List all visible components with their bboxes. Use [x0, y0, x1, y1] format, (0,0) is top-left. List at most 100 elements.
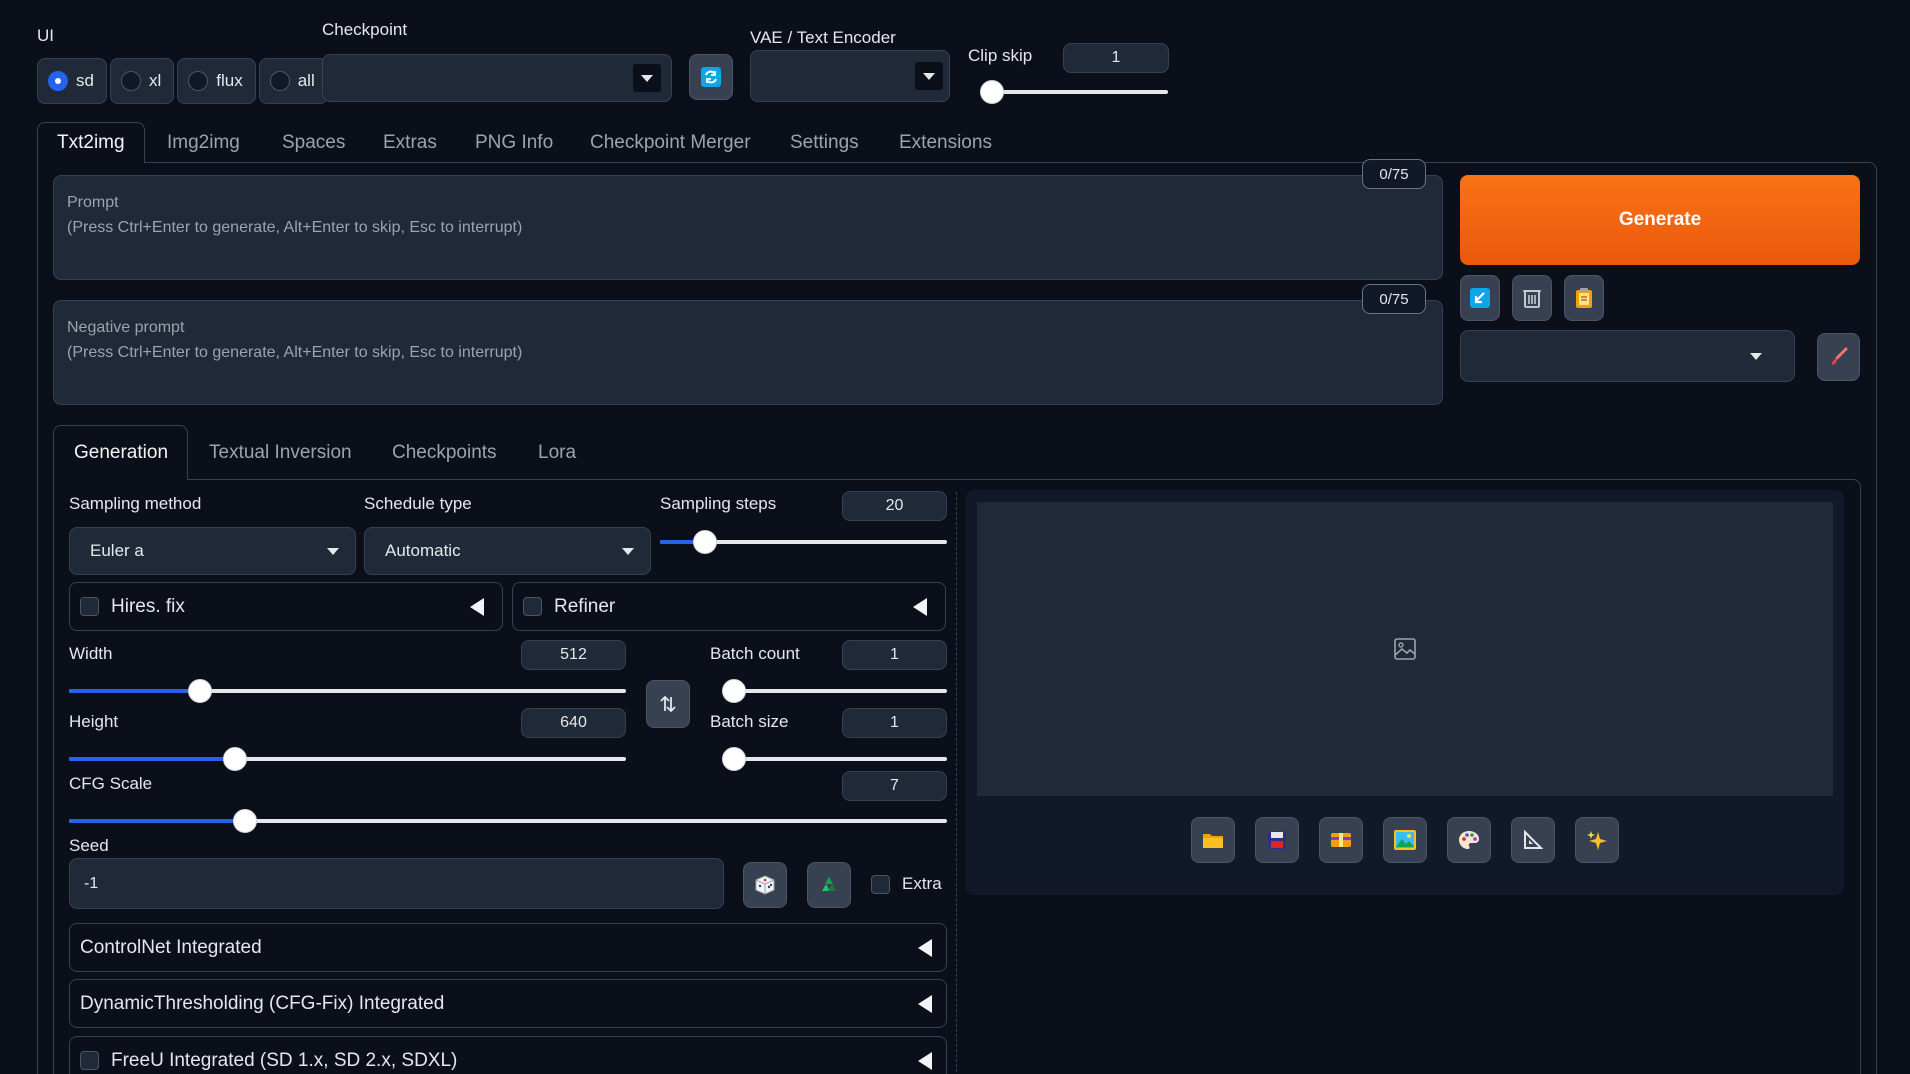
prompt-textarea[interactable]: Prompt (Press Ctrl+Enter to generate, Al… — [53, 175, 1443, 280]
generate-button[interactable]: Generate — [1460, 175, 1860, 265]
slider-thumb[interactable] — [722, 747, 746, 771]
schedule-type-label: Schedule type — [364, 494, 472, 513]
sampling-steps-label: Sampling steps — [660, 494, 777, 513]
controlnet-accordion[interactable]: ControlNet Integrated — [69, 923, 947, 972]
folder-icon — [1203, 834, 1223, 848]
sampling-steps-slider[interactable] — [660, 530, 947, 554]
chevron-down-icon — [633, 64, 661, 92]
batch-count-input[interactable]: 1 — [842, 640, 947, 670]
checkpoint-label: Checkpoint — [322, 20, 408, 39]
tab-lora[interactable]: Lora — [538, 442, 576, 464]
swap-arrows-icon — [660, 695, 676, 713]
upscale-button[interactable] — [1575, 817, 1619, 863]
reuse-seed-button[interactable] — [807, 862, 851, 908]
ui-radio-group: sd xl flux all — [37, 58, 328, 104]
tab-img2img[interactable]: Img2img — [167, 132, 240, 154]
dynamic-thresholding-accordion[interactable]: DynamicThresholding (CFG-Fix) Integrated — [69, 979, 947, 1028]
collapse-arrow-icon — [918, 994, 932, 1013]
cfg-scale-label: CFG Scale — [69, 774, 153, 793]
chevron-down-icon — [915, 62, 943, 90]
zip-button[interactable] — [1319, 817, 1363, 863]
width-slider[interactable] — [69, 679, 626, 703]
send-to-extras-button[interactable] — [1511, 817, 1555, 863]
slider-thumb[interactable] — [232, 809, 257, 833]
sampling-steps-input[interactable]: 20 — [842, 491, 947, 521]
ui-option-flux[interactable]: flux — [177, 58, 256, 104]
slider-thumb[interactable] — [222, 747, 247, 771]
trash-icon — [1523, 290, 1541, 308]
prompt-placeholder: Prompt — [67, 194, 119, 211]
cfg-scale-input[interactable]: 7 — [842, 771, 947, 801]
paste-params-button[interactable] — [1460, 275, 1500, 321]
tab-checkpoints[interactable]: Checkpoints — [392, 442, 497, 464]
slider-thumb[interactable] — [980, 80, 1004, 104]
swap-dimensions-button[interactable] — [646, 680, 690, 728]
tab-png-info[interactable]: PNG Info — [475, 132, 553, 154]
refiner-accordion[interactable]: Refiner — [512, 582, 946, 631]
freeu-checkbox[interactable] — [80, 1051, 99, 1070]
tab-txt2img[interactable]: Txt2img — [57, 132, 125, 154]
height-slider[interactable] — [69, 747, 626, 771]
send-to-img2img-button[interactable] — [1383, 817, 1427, 863]
column-divider — [956, 492, 957, 1074]
tab-settings[interactable]: Settings — [790, 132, 859, 154]
schedule-type-value: Automatic — [385, 541, 461, 560]
slider-thumb[interactable] — [187, 679, 212, 703]
brush-icon — [1831, 347, 1847, 365]
floppy-disk-icon — [1268, 831, 1286, 849]
batch-count-slider[interactable] — [722, 679, 947, 703]
tab-generation[interactable]: Generation — [74, 442, 168, 464]
refiner-checkbox[interactable] — [523, 597, 542, 616]
archive-icon — [1331, 833, 1351, 847]
height-input[interactable]: 640 — [521, 708, 626, 738]
clip-skip-input[interactable]: 1 — [1063, 43, 1169, 73]
clear-prompt-button[interactable] — [1512, 275, 1552, 321]
checkpoint-select[interactable] — [322, 54, 672, 102]
slider-thumb[interactable] — [722, 679, 746, 703]
send-to-inpaint-button[interactable] — [1447, 817, 1491, 863]
image-placeholder-icon — [1394, 638, 1416, 660]
clipboard-icon — [1576, 288, 1592, 308]
freeu-accordion[interactable]: FreeU Integrated (SD 1.x, SD 2.x, SDXL) — [69, 1036, 947, 1074]
tab-extensions[interactable]: Extensions — [899, 132, 992, 154]
negative-prompt-textarea[interactable]: Negative prompt (Press Ctrl+Enter to gen… — [53, 300, 1443, 405]
recycle-icon — [822, 877, 836, 891]
collapse-arrow-icon — [918, 938, 932, 957]
ui-option-all[interactable]: all — [258, 58, 328, 104]
batch-size-slider[interactable] — [722, 747, 947, 771]
save-button[interactable] — [1255, 817, 1299, 863]
sampling-method-select[interactable]: Euler a — [69, 527, 356, 575]
schedule-type-select[interactable]: Automatic — [364, 527, 651, 575]
hires-fix-accordion[interactable]: Hires. fix — [69, 582, 503, 631]
clip-skip-slider[interactable] — [980, 80, 1168, 104]
seed-extra-toggle[interactable]: Extra — [871, 874, 942, 894]
sparkles-icon — [1587, 831, 1607, 850]
tab-checkpoint-merger[interactable]: Checkpoint Merger — [590, 132, 751, 154]
tab-spaces[interactable]: Spaces — [282, 132, 345, 154]
seed-input[interactable]: -1 — [69, 858, 724, 909]
styles-select[interactable] — [1460, 330, 1795, 382]
tab-extras[interactable]: Extras — [383, 132, 437, 154]
hires-fix-checkbox[interactable] — [80, 597, 99, 616]
ui-option-sd[interactable]: sd — [37, 58, 107, 104]
vae-select[interactable] — [750, 50, 950, 102]
apply-styles-button[interactable] — [1564, 275, 1604, 321]
edit-styles-button[interactable] — [1817, 333, 1860, 381]
tab-textual-inversion[interactable]: Textual Inversion — [209, 442, 352, 464]
triangle-ruler-icon — [1524, 829, 1544, 849]
seed-extra-checkbox[interactable] — [871, 874, 890, 894]
sampling-method-value: Euler a — [90, 541, 144, 560]
refresh-checkpoint-button[interactable] — [689, 54, 733, 100]
random-seed-button[interactable] — [743, 862, 787, 908]
seed-label: Seed — [69, 836, 109, 855]
width-input[interactable]: 512 — [521, 640, 626, 670]
ui-label: UI — [37, 26, 54, 45]
ui-option-xl[interactable]: xl — [109, 58, 175, 104]
prompt-token-counter: 0/75 — [1362, 159, 1426, 189]
dynamic-thresholding-label: DynamicThresholding (CFG-Fix) Integrated — [80, 992, 445, 1014]
open-folder-button[interactable] — [1191, 817, 1235, 863]
ui-option-label: xl — [148, 71, 162, 90]
cfg-scale-slider[interactable] — [69, 809, 947, 833]
batch-size-input[interactable]: 1 — [842, 708, 947, 738]
negative-prompt-placeholder: Negative prompt — [67, 319, 185, 336]
